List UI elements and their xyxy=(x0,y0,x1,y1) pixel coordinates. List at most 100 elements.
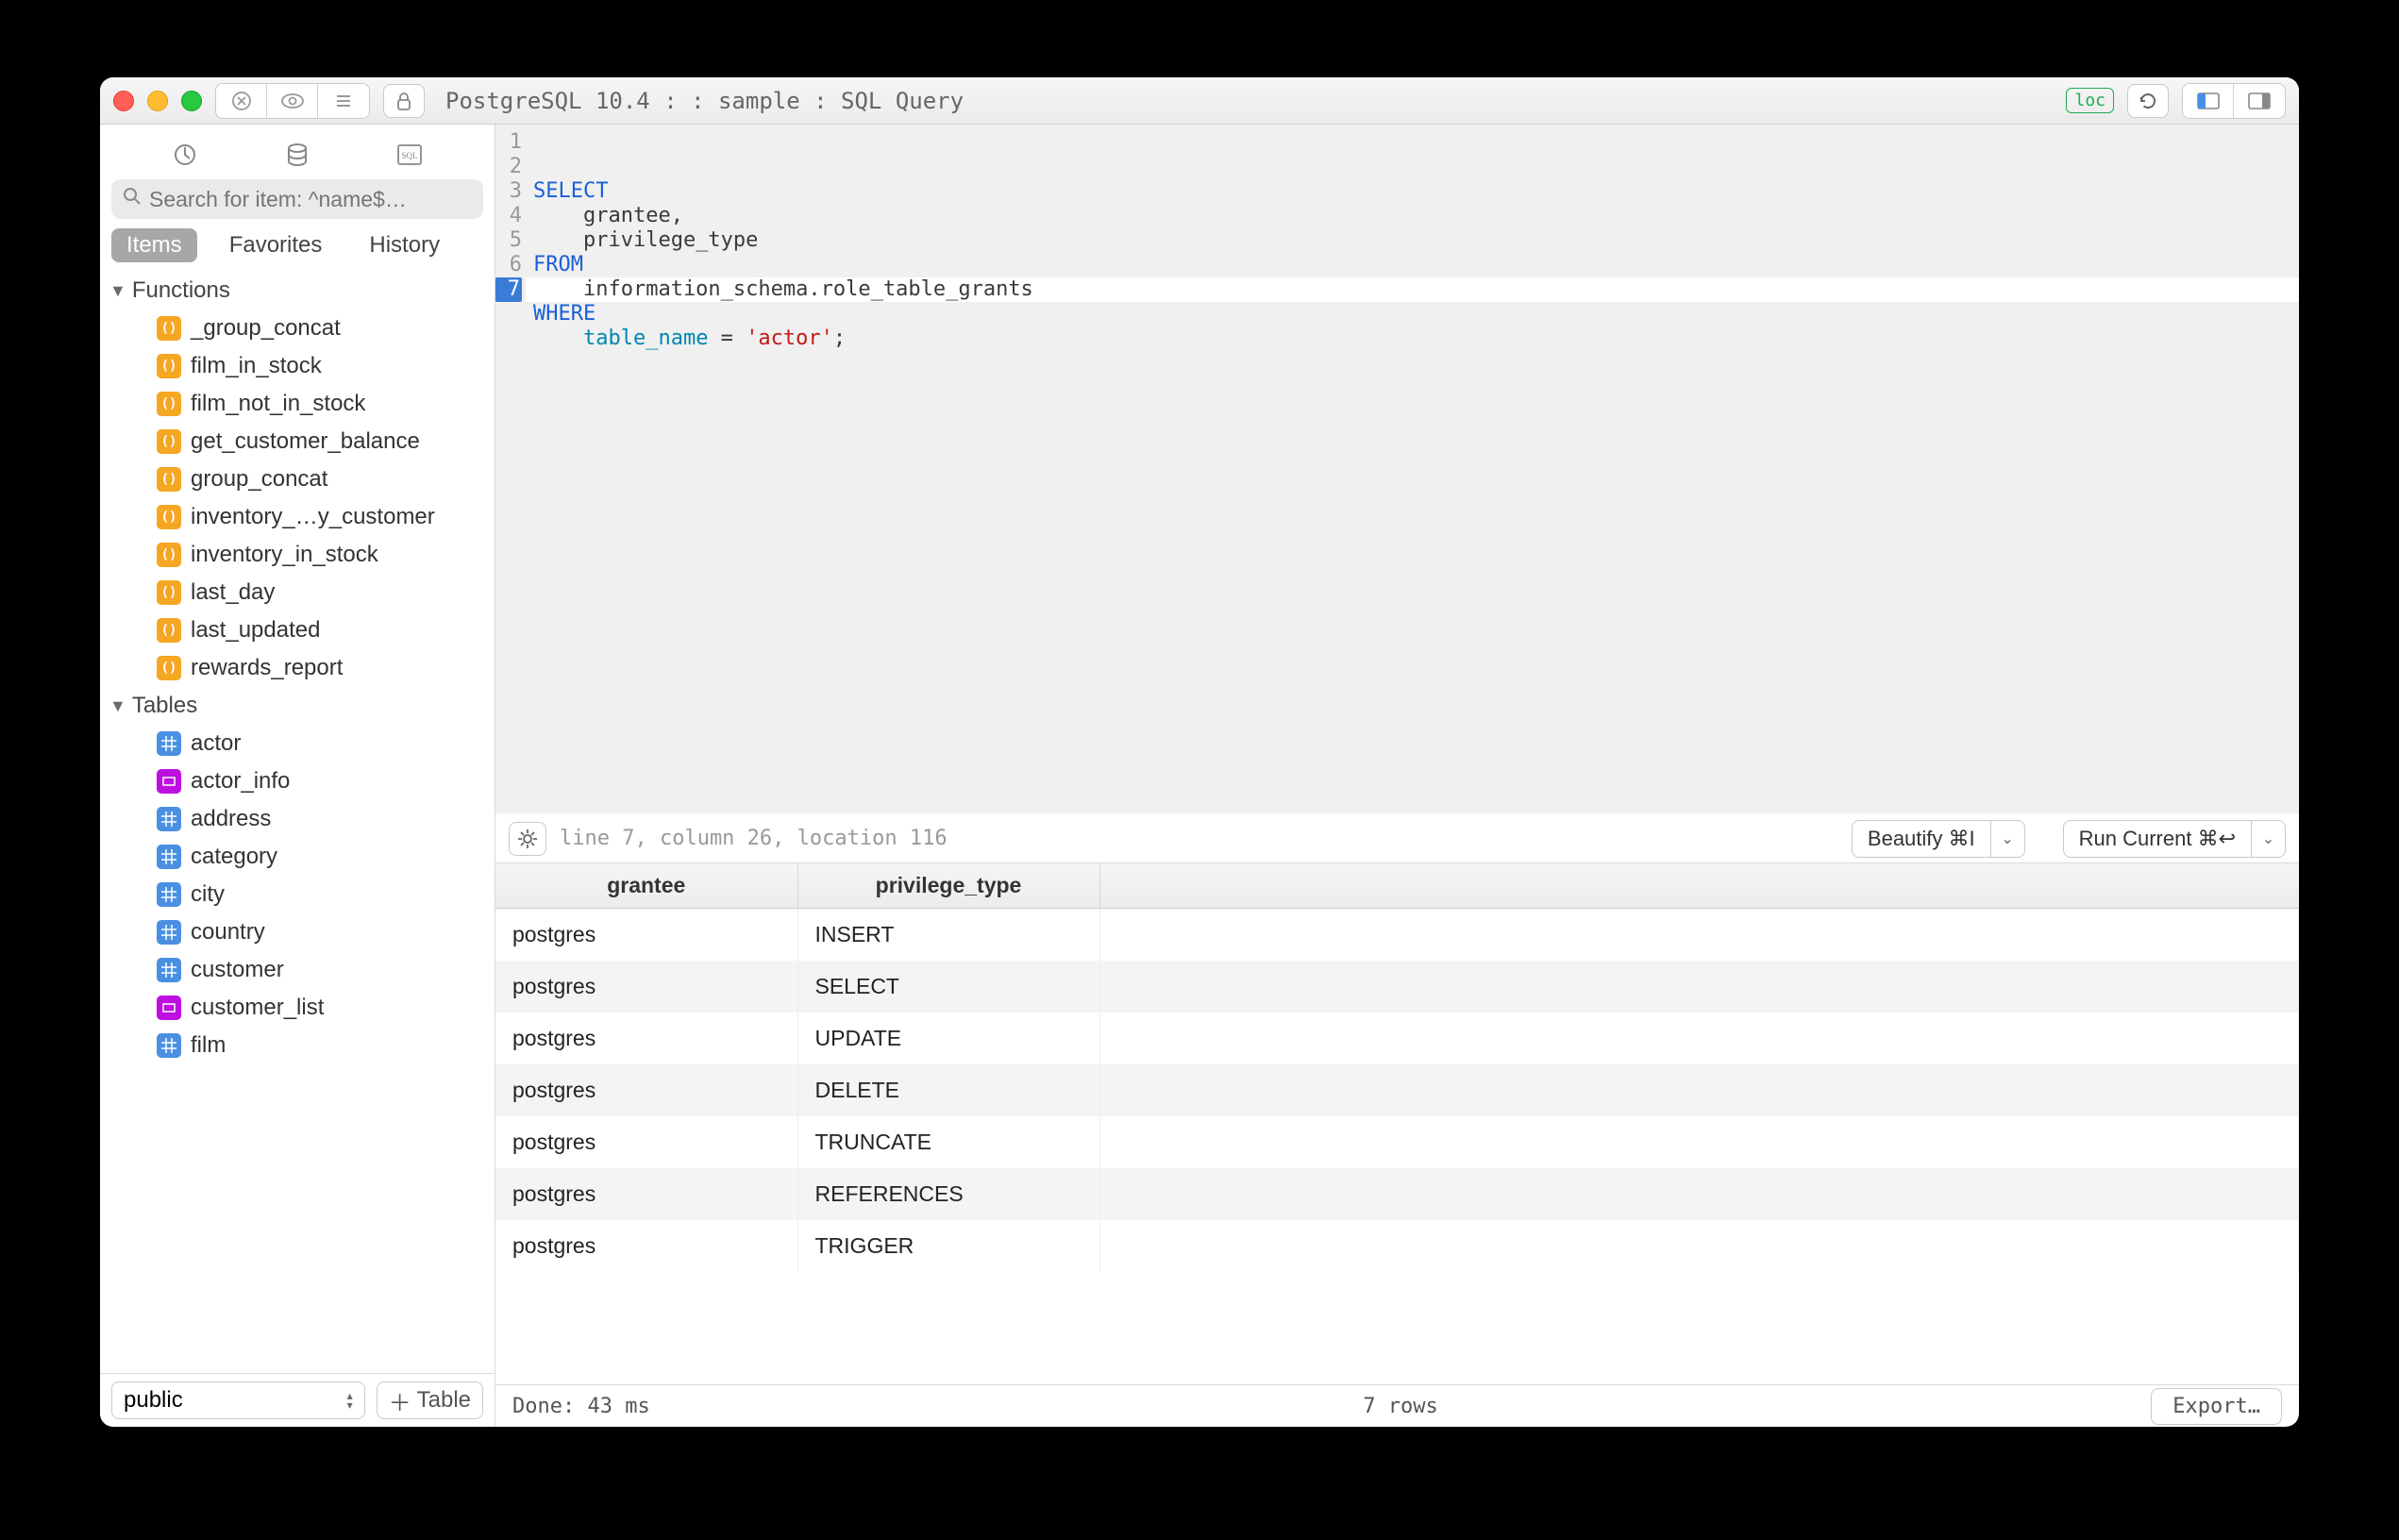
item-label: actor xyxy=(191,730,241,757)
view-button[interactable] xyxy=(267,84,318,118)
item-label: rewards_report xyxy=(191,655,343,681)
beautify-combo: Beautify ⌘I ⌄ xyxy=(1852,820,2025,858)
line-number: 3 xyxy=(495,179,522,204)
code-area[interactable]: SELECT grantee, privilege_type FROM info… xyxy=(526,125,2299,813)
function-icon: () xyxy=(157,580,181,605)
sidebar-item-table[interactable]: address xyxy=(100,800,495,838)
search-input[interactable] xyxy=(111,179,483,219)
col-header-grantee[interactable]: grantee xyxy=(495,863,797,909)
sidebar-item-function[interactable]: ()inventory_…y_customer xyxy=(100,498,495,536)
database-icon[interactable] xyxy=(274,138,321,172)
cell-privilege-type: TRIGGER xyxy=(797,1220,1099,1272)
item-label: get_customer_balance xyxy=(191,428,420,455)
line-number: 1 xyxy=(495,130,522,155)
line-number: 4 xyxy=(495,204,522,228)
left-panel-toggle[interactable] xyxy=(2183,84,2234,118)
close-window-button[interactable] xyxy=(113,91,134,111)
cell-privilege-type: DELETE xyxy=(797,1064,1099,1116)
function-icon: () xyxy=(157,429,181,454)
cell-grantee: postgres xyxy=(495,909,797,962)
sidebar-item-function[interactable]: ()film_not_in_stock xyxy=(100,385,495,423)
tables-header[interactable]: ▼ Tables xyxy=(100,687,495,725)
cell-empty xyxy=(1099,1116,2299,1168)
sidebar-item-table[interactable]: country xyxy=(100,913,495,951)
sidebar-item-function[interactable]: () rewards_report xyxy=(100,649,495,687)
line-number: 6 xyxy=(495,253,522,277)
functions-header-label: Functions xyxy=(132,277,230,304)
settings-button[interactable] xyxy=(509,822,546,856)
sql-editor[interactable]: 1234567 SELECT grantee, privilege_type F… xyxy=(495,125,2299,813)
table-icon xyxy=(157,882,181,907)
table-icon xyxy=(157,1033,181,1058)
tab-history[interactable]: History xyxy=(354,228,455,262)
sidebar-item-function[interactable]: ()last_day xyxy=(100,574,495,611)
cell-privilege-type: INSERT xyxy=(797,909,1099,962)
table-row[interactable]: postgresDELETE xyxy=(495,1064,2299,1116)
sidebar-item-table[interactable]: customer xyxy=(100,951,495,989)
sidebar-item-function[interactable]: ()group_concat xyxy=(100,460,495,498)
sidebar-item-view[interactable]: actor_info xyxy=(100,762,495,800)
add-table-label: Table xyxy=(417,1387,471,1414)
table-row[interactable]: postgresUPDATE xyxy=(495,1013,2299,1064)
table-row[interactable]: postgresTRUNCATE xyxy=(495,1116,2299,1168)
col-header-empty xyxy=(1099,863,2299,909)
toolbar-group-left xyxy=(215,83,370,119)
sidebar-item-function[interactable]: ()film_in_stock xyxy=(100,347,495,385)
sidebar-item-function[interactable]: ()last_updated xyxy=(100,611,495,649)
tab-favorites[interactable]: Favorites xyxy=(214,228,338,262)
status-done: Done: 43 ms xyxy=(512,1395,650,1418)
sidebar-item-view[interactable]: customer_list xyxy=(100,989,495,1027)
results-grid[interactable]: grantee privilege_type postgresINSERTpos… xyxy=(495,862,2299,1384)
list-button[interactable] xyxy=(318,84,369,118)
run-button[interactable]: Run Current ⌘↩ xyxy=(2063,820,2252,858)
schema-select[interactable]: public ▴▾ xyxy=(111,1381,365,1419)
item-label: address xyxy=(191,806,271,832)
add-table-button[interactable]: ＋ Table xyxy=(377,1381,483,1419)
disclosure-triangle-icon: ▼ xyxy=(109,696,126,716)
table-icon xyxy=(157,731,181,756)
sql-icon[interactable]: SQL xyxy=(386,138,433,172)
function-icon: () xyxy=(157,316,181,341)
sidebar-item-table[interactable]: actor xyxy=(100,725,495,762)
table-row[interactable]: postgresSELECT xyxy=(495,961,2299,1013)
sidebar-top: SQL Items Favorites History xyxy=(100,125,495,272)
run-dropdown[interactable]: ⌄ xyxy=(2252,820,2286,858)
lock-button[interactable] xyxy=(383,84,425,118)
sidebar-item-table[interactable]: film xyxy=(100,1027,495,1064)
sidebar-item-table[interactable]: category xyxy=(100,838,495,876)
location-badge: loc xyxy=(2066,88,2114,113)
item-label: film xyxy=(191,1032,226,1059)
beautify-dropdown[interactable]: ⌄ xyxy=(1991,820,2025,858)
cell-grantee: postgres xyxy=(495,1064,797,1116)
table-row[interactable]: postgresREFERENCES xyxy=(495,1168,2299,1220)
right-panel-toggle[interactable] xyxy=(2234,84,2285,118)
sidebar-item-function[interactable]: () get_customer_balance xyxy=(100,423,495,460)
functions-header[interactable]: ▼ Functions xyxy=(100,272,495,310)
stop-button[interactable] xyxy=(216,84,267,118)
function-icon: () xyxy=(157,392,181,416)
refresh-button[interactable] xyxy=(2127,84,2169,118)
cell-privilege-type: SELECT xyxy=(797,961,1099,1013)
function-icon: () xyxy=(157,467,181,492)
tab-items[interactable]: Items xyxy=(111,228,197,262)
col-header-privilege-type[interactable]: privilege_type xyxy=(797,863,1099,909)
results-table: grantee privilege_type postgresINSERTpos… xyxy=(495,863,2299,1272)
minimize-window-button[interactable] xyxy=(147,91,168,111)
zoom-window-button[interactable] xyxy=(181,91,202,111)
sidebar-scroll[interactable]: ▼ Functions () _group_concat ()film_in_sto… xyxy=(100,272,495,1373)
window-title: PostgreSQL 10.4 : : sample : SQL Query xyxy=(438,88,2053,114)
table-row[interactable]: postgresTRIGGER xyxy=(495,1220,2299,1272)
item-label: _group_concat xyxy=(191,315,341,342)
connection-icon[interactable] xyxy=(161,138,209,172)
function-icon: () xyxy=(157,656,181,680)
sidebar-item-function[interactable]: () _group_concat xyxy=(100,310,495,347)
table-icon xyxy=(157,845,181,869)
results-pane: grantee privilege_type postgresINSERTpos… xyxy=(495,862,2299,1427)
table-row[interactable]: postgresINSERT xyxy=(495,909,2299,962)
sidebar-item-function[interactable]: ()inventory_in_stock xyxy=(100,536,495,574)
sidebar-item-table[interactable]: city xyxy=(100,876,495,913)
beautify-button[interactable]: Beautify ⌘I xyxy=(1852,820,1991,858)
export-button[interactable]: Export… xyxy=(2151,1388,2282,1425)
chevron-down-icon: ⌄ xyxy=(2001,829,2013,848)
updown-icon: ▴▾ xyxy=(347,1391,353,1410)
